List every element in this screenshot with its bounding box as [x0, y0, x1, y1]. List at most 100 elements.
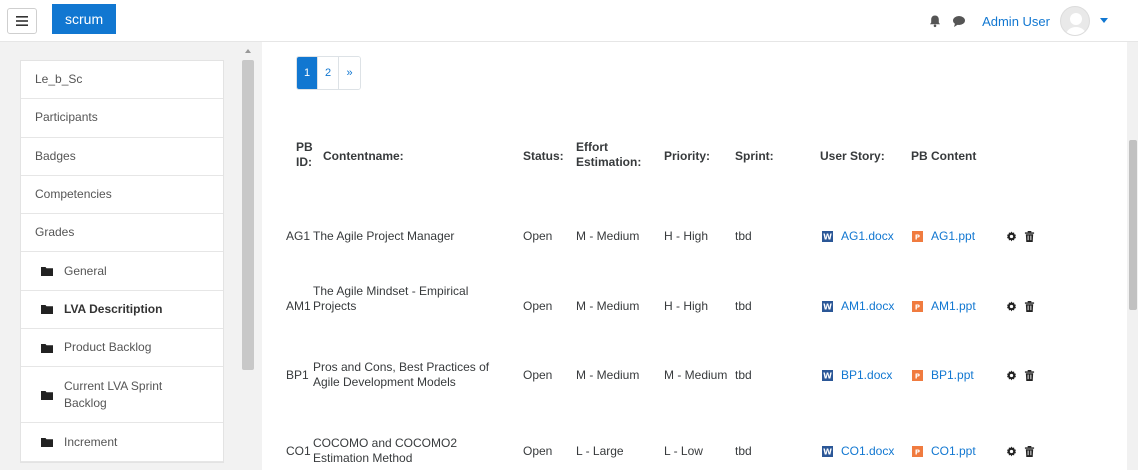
- svg-text:P: P: [915, 373, 920, 381]
- cell-sprint: tbd: [735, 368, 752, 382]
- header-status: Status:: [523, 149, 564, 163]
- folder-icon: [41, 438, 53, 448]
- cell-contentname: The Agile Project Manager: [313, 229, 455, 243]
- header-pb-content: PB Content: [911, 149, 977, 163]
- user-story-filename: CO1.docx: [841, 444, 895, 458]
- nav-item-general[interactable]: General: [21, 252, 223, 291]
- header-pb-id: PB ID:: [296, 140, 313, 169]
- pagination: 1 2 »: [296, 56, 361, 90]
- cell-status: Open: [523, 299, 553, 313]
- site-brand-link[interactable]: scrum: [52, 4, 117, 34]
- cell-pb-id: BP1: [286, 368, 309, 382]
- nav-item-badges[interactable]: Badges: [21, 138, 223, 176]
- svg-text:W: W: [823, 372, 832, 381]
- svg-text:W: W: [823, 233, 832, 242]
- powerpoint-icon: P: [912, 231, 923, 242]
- page-link-next[interactable]: »: [339, 57, 360, 89]
- nav-item-label: Competencies: [35, 187, 112, 202]
- main-content: 1 2 » PB ID: Contentname: Status: Effort…: [282, 42, 1100, 470]
- message-bubble-icon[interactable]: [952, 14, 966, 28]
- nav-drawer: Le_b_Sc Participants Badges Competencies…: [0, 42, 262, 470]
- scroll-up-arrow-icon[interactable]: [244, 47, 252, 55]
- nav-item-label: Grades: [35, 225, 75, 240]
- cell-effort: L - Large: [576, 444, 624, 458]
- drawer-scrollbar-thumb[interactable]: [242, 60, 254, 370]
- user-menu-area: Admin User: [928, 6, 1108, 36]
- svg-text:P: P: [915, 449, 920, 457]
- svg-text:W: W: [823, 448, 832, 457]
- svg-text:P: P: [915, 304, 920, 312]
- nav-item-label: Le_b_Sc: [35, 72, 83, 87]
- pb-content-link[interactable]: P AG1.ppt: [912, 229, 975, 244]
- cell-priority: H - High: [664, 229, 709, 243]
- nav-item-label: Badges: [35, 148, 76, 163]
- gear-icon[interactable]: [1006, 446, 1017, 457]
- user-avatar[interactable]: [1060, 6, 1090, 36]
- pb-content-filename: BP1.ppt: [931, 368, 974, 382]
- trash-icon[interactable]: [1024, 446, 1035, 457]
- nav-item-increment[interactable]: Increment: [21, 423, 223, 462]
- nav-item-course-home[interactable]: Le_b_Sc: [21, 61, 223, 100]
- chevron-down-icon[interactable]: [1100, 18, 1108, 24]
- cell-pb-id: AG1: [286, 229, 311, 243]
- page-link-2[interactable]: 2: [318, 57, 339, 89]
- cell-sprint: tbd: [735, 444, 752, 458]
- hamburger-icon: [16, 16, 28, 26]
- cell-status: Open: [523, 444, 553, 458]
- folder-icon: [41, 267, 53, 277]
- nav-item-grades[interactable]: Grades: [21, 214, 223, 253]
- nav-item-label: Current LVA Sprint Backlog: [64, 378, 163, 410]
- folder-icon: [41, 305, 53, 315]
- header-sprint: Sprint:: [735, 149, 774, 163]
- powerpoint-icon: P: [912, 370, 923, 381]
- trash-icon[interactable]: [1024, 301, 1035, 312]
- top-navbar: scrum Admin User: [0, 0, 1138, 42]
- user-story-link[interactable]: W AM1.docx: [822, 299, 894, 314]
- cell-sprint: tbd: [735, 299, 752, 313]
- user-story-link[interactable]: W BP1.docx: [822, 368, 892, 383]
- word-document-icon: W: [822, 231, 833, 242]
- trash-icon[interactable]: [1024, 370, 1035, 381]
- user-story-link[interactable]: W AG1.docx: [822, 229, 894, 244]
- pb-content-link[interactable]: P CO1.ppt: [912, 444, 976, 459]
- word-document-icon: W: [822, 301, 833, 312]
- cell-status: Open: [523, 229, 553, 243]
- word-document-icon: W: [822, 370, 833, 381]
- powerpoint-icon: P: [912, 301, 923, 312]
- header-user-story: User Story:: [820, 149, 885, 163]
- bell-icon[interactable]: [928, 14, 942, 28]
- course-nav-list: Le_b_Sc Participants Badges Competencies…: [20, 60, 224, 463]
- cell-priority: L - Low: [664, 444, 703, 458]
- cell-priority: M - Medium: [664, 368, 728, 382]
- nav-item-current-sprint-backlog[interactable]: Current LVA Sprint Backlog: [21, 367, 223, 424]
- page-link-1[interactable]: 1: [297, 57, 318, 89]
- nav-item-participants[interactable]: Participants: [21, 99, 223, 138]
- drawer-toggle-button[interactable]: [7, 8, 37, 34]
- nav-item-competencies[interactable]: Competencies: [21, 176, 223, 215]
- nav-item-label: LVA Descritiption: [64, 301, 163, 316]
- gear-icon[interactable]: [1006, 301, 1017, 312]
- user-story-link[interactable]: W CO1.docx: [822, 444, 894, 459]
- user-story-filename: BP1.docx: [841, 368, 893, 382]
- pb-content-link[interactable]: P AM1.ppt: [912, 299, 976, 314]
- nav-item-label: Participants: [35, 110, 98, 125]
- cell-pb-id: CO1: [286, 444, 311, 458]
- cell-sprint: tbd: [735, 229, 752, 243]
- nav-item-lva-description[interactable]: LVA Descritiption: [21, 291, 223, 330]
- folder-icon: [41, 390, 53, 400]
- user-name-link[interactable]: Admin User: [982, 14, 1050, 29]
- pb-content-filename: CO1.ppt: [931, 444, 976, 458]
- header-priority: Priority:: [664, 149, 711, 163]
- header-effort-estimation: Effort Estimation:: [576, 140, 642, 169]
- pb-content-filename: AG1.ppt: [931, 229, 976, 243]
- nav-item-product-backlog[interactable]: Product Backlog: [21, 329, 223, 368]
- word-document-icon: W: [822, 446, 833, 457]
- trash-icon[interactable]: [1024, 231, 1035, 242]
- pb-content-link[interactable]: P BP1.ppt: [912, 368, 974, 383]
- nav-item-label: Increment: [64, 434, 118, 449]
- cell-status: Open: [523, 368, 553, 382]
- gear-icon[interactable]: [1006, 231, 1017, 242]
- page-scrollbar-thumb[interactable]: [1129, 140, 1137, 310]
- gear-icon[interactable]: [1006, 370, 1017, 381]
- folder-icon: [41, 343, 53, 353]
